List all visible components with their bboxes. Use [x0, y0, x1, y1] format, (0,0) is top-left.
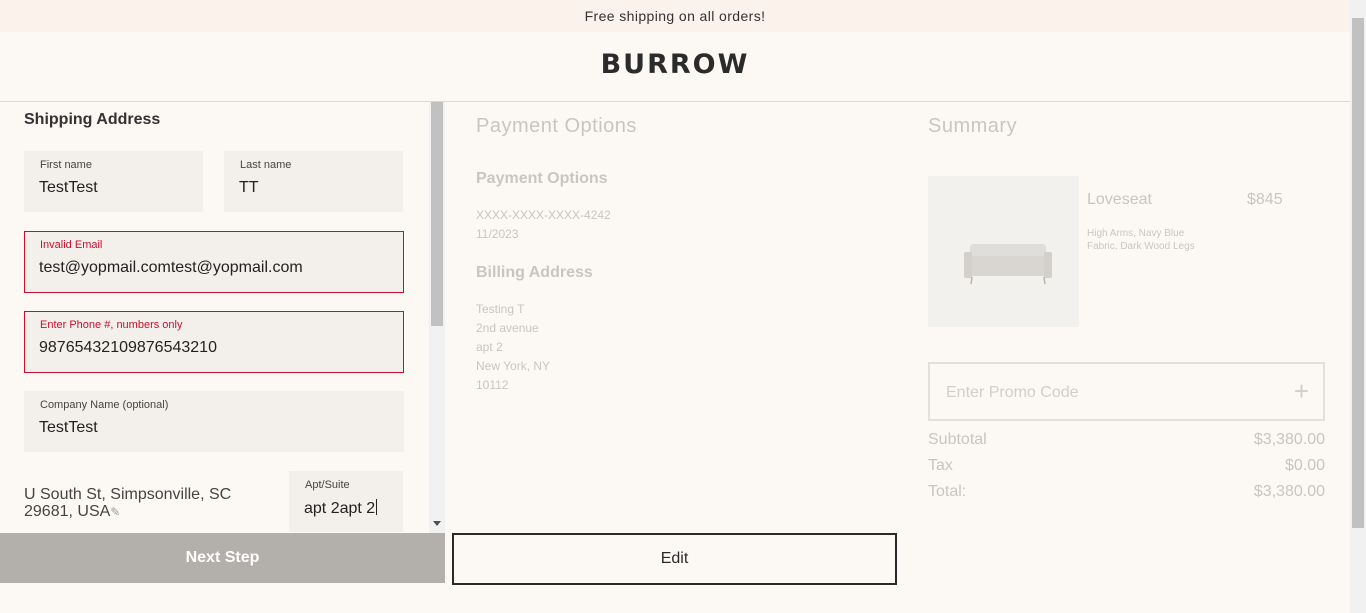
phone-value[interactable]: 98765432109876543210 — [39, 339, 217, 357]
first-name-field[interactable]: First name TestTest — [24, 151, 203, 212]
street-address-line1: U South St, Simpsonville, SC — [24, 486, 232, 503]
scroll-down-arrow-icon[interactable] — [433, 521, 441, 526]
apt-suite-field[interactable]: Apt/Suite apt 2apt 2 — [289, 471, 403, 532]
billing-line: 2nd avenue — [476, 321, 539, 335]
promo-code-input[interactable]: Enter Promo Code + — [928, 362, 1325, 421]
shipping-address-section: Shipping Address First name TestTest Las… — [0, 102, 445, 533]
last-name-value[interactable]: TT — [239, 179, 259, 197]
promo-banner: Free shipping on all orders! — [0, 0, 1350, 32]
form-scrollbar-thumb[interactable] — [431, 102, 443, 326]
company-name-label: Company Name (optional) — [40, 399, 169, 411]
street-address[interactable]: U South St, Simpsonville, SC 29681, USA✎ — [24, 486, 274, 520]
product-details-line2: Fabric, Dark Wood Legs — [1087, 241, 1195, 252]
apt-suite-value: apt 2apt 2 — [304, 500, 376, 517]
product-name: Loveseat — [1087, 191, 1152, 208]
last-name-field[interactable]: Last name TT — [224, 151, 403, 212]
payment-options-subtitle: Payment Options — [476, 170, 608, 187]
product-price: $845 — [1247, 191, 1283, 208]
first-name-label: First name — [40, 159, 92, 171]
tax-value: $0.00 — [1284, 457, 1325, 474]
email-value[interactable]: test@yopmail.comtest@yopmail.com — [39, 259, 303, 277]
billing-address-title: Billing Address — [476, 264, 593, 281]
billing-line: apt 2 — [476, 340, 503, 354]
product-details: High Arms, Navy Blue Fabric, Dark Wood L… — [1087, 227, 1195, 253]
page-scrollbar[interactable] — [1350, 0, 1366, 613]
shipping-address-title: Shipping Address — [24, 111, 161, 128]
billing-line: 10112 — [476, 378, 509, 392]
product-details-line1: High Arms, Navy Blue — [1087, 228, 1185, 239]
apt-suite-label: Apt/Suite — [305, 479, 350, 491]
plus-icon[interactable]: + — [1294, 377, 1309, 405]
phone-error-label: Enter Phone #, numbers only — [40, 319, 183, 331]
tax-label: Tax — [928, 457, 953, 474]
sofa-image — [964, 244, 1052, 285]
subtotal-label: Subtotal — [928, 431, 987, 448]
email-error-label: Invalid Email — [40, 239, 103, 251]
loveseat-product-image — [928, 176, 1079, 327]
first-name-value[interactable]: TestTest — [39, 179, 98, 197]
card-expiry: 11/2023 — [476, 227, 519, 241]
street-address-line2-row: 29681, USA✎ — [24, 503, 274, 520]
page-scrollbar-thumb[interactable] — [1352, 18, 1364, 528]
apt-suite-input[interactable]: apt 2apt 2 — [304, 499, 378, 518]
company-name-field[interactable]: Company Name (optional) TestTest — [24, 391, 404, 452]
pencil-icon[interactable]: ✎ — [110, 504, 122, 519]
form-scrollbar[interactable] — [429, 102, 445, 533]
payment-options-title: Payment Options — [476, 115, 637, 137]
next-step-button[interactable]: Next Step — [0, 533, 445, 583]
phone-field[interactable]: Enter Phone #, numbers only 987654321098… — [24, 311, 404, 373]
street-address-line2: 29681, USA — [24, 503, 111, 520]
promo-code-placeholder: Enter Promo Code — [946, 384, 1079, 401]
email-field[interactable]: Invalid Email test@yopmail.comtest@yopma… — [24, 231, 404, 293]
billing-line: New York, NY — [476, 359, 551, 373]
total-value: $3,380.00 — [1253, 483, 1325, 500]
text-cursor — [376, 499, 378, 515]
burrow-logo[interactable]: BURROW — [0, 49, 1350, 80]
billing-line: Testing T — [476, 302, 525, 316]
edit-button[interactable]: Edit — [452, 533, 897, 585]
total-label: Total: — [928, 483, 967, 500]
company-name-value[interactable]: TestTest — [39, 419, 98, 437]
last-name-label: Last name — [240, 159, 292, 171]
summary-title: Summary — [928, 115, 1018, 137]
subtotal-value: $3,380.00 — [1253, 431, 1325, 448]
card-number: XXXX-XXXX-XXXX-4242 — [476, 208, 611, 222]
site-header: BURROW — [0, 32, 1350, 102]
